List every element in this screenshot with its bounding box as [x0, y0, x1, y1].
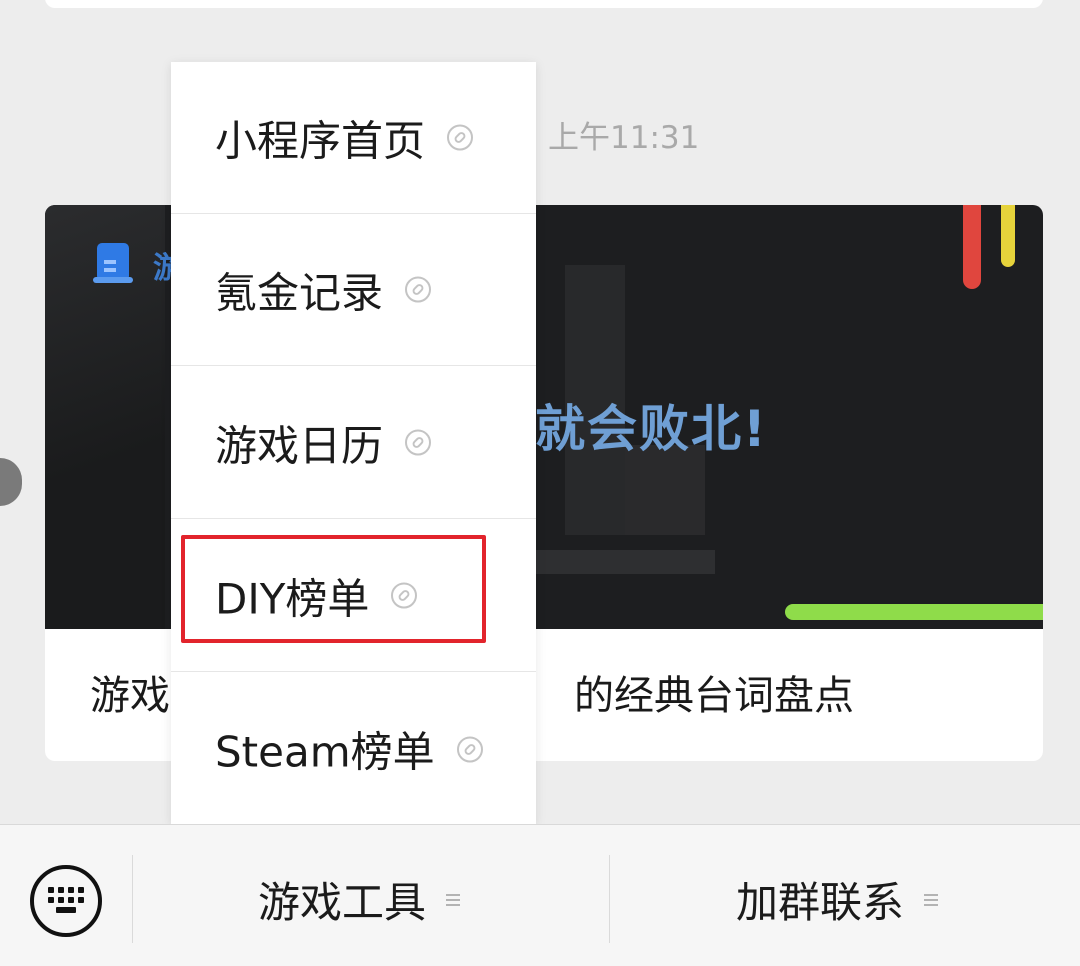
- menu-item-label-wrap: 游戏日历: [215, 412, 432, 473]
- mini-program-link-icon: [447, 124, 474, 151]
- menu-item-label: 小程序首页: [215, 116, 426, 165]
- bottom-menu-bar: 游戏工具 加群联系: [0, 824, 1080, 966]
- menu-item-spending-records[interactable]: 氪金记录: [171, 214, 536, 366]
- menu-item-game-calendar[interactable]: 游戏日历: [171, 367, 536, 519]
- cover-headline: 就会败北!: [535, 400, 768, 458]
- divider: [132, 855, 133, 943]
- tab-join-group[interactable]: 加群联系: [736, 869, 939, 930]
- floating-handle[interactable]: [0, 458, 22, 506]
- keyboard-keys: [48, 887, 84, 915]
- menu-lines-icon: [924, 893, 939, 907]
- article-title-right: 的经典台词盘点: [574, 673, 854, 719]
- menu-item-steam-ranking[interactable]: Steam榜单: [171, 673, 536, 825]
- message-timestamp: 上午11:31: [548, 120, 700, 156]
- mini-program-link-icon: [405, 429, 432, 456]
- tab-label: 加群联系: [736, 878, 905, 927]
- decorative-red-bar: [963, 205, 981, 289]
- menu-item-label-wrap: 小程序首页: [215, 107, 474, 168]
- decorative-green-bar: [785, 604, 1043, 620]
- previous-message-card[interactable]: [45, 0, 1043, 8]
- menu-lines-icon: [446, 893, 461, 907]
- chat-screen: 上午11:31 游 就会败北! 游戏 的经典台词盘点 小程序首页 氪金记录 游戏…: [0, 0, 1080, 966]
- menu-item-label-wrap: 氪金记录: [215, 259, 432, 320]
- divider: [609, 855, 610, 943]
- popup-menu: 小程序首页 氪金记录 游戏日历 DIY榜单 Steam榜单: [171, 62, 536, 824]
- document-icon: [93, 243, 133, 283]
- mini-program-link-icon: [405, 276, 432, 303]
- highlight-annotation-box: [181, 535, 486, 643]
- keyboard-icon[interactable]: [30, 865, 102, 937]
- tab-game-tools[interactable]: 游戏工具: [258, 869, 461, 930]
- article-title: 游戏 的经典台词盘点: [90, 663, 854, 721]
- decorative-yellow-bar: [1001, 205, 1015, 267]
- menu-item-label: 氪金记录: [215, 268, 384, 317]
- menu-item-label: Steam榜单: [215, 727, 435, 777]
- article-title-left: 游戏: [90, 673, 170, 719]
- mini-program-link-icon: [456, 736, 483, 762]
- menu-item-label: 游戏日历: [215, 421, 384, 470]
- tab-label: 游戏工具: [258, 878, 427, 927]
- cover-background-shape: [515, 550, 715, 574]
- menu-item-mini-program-home[interactable]: 小程序首页: [171, 62, 536, 214]
- menu-item-label-wrap: Steam榜单: [215, 719, 483, 780]
